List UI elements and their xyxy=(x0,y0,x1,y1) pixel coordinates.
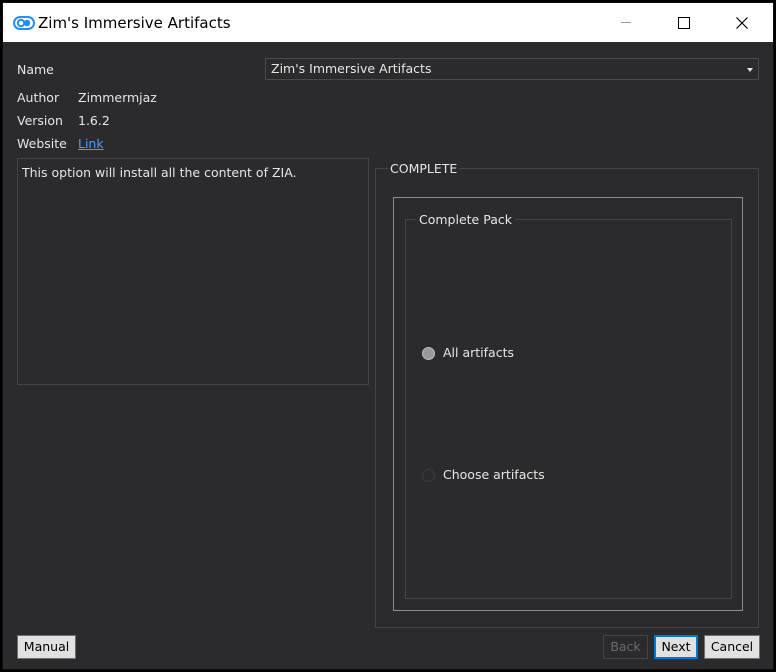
radio-choose-artifacts[interactable]: Choose artifacts xyxy=(422,467,545,483)
website-label: Website xyxy=(17,136,67,151)
minimize-button[interactable] xyxy=(603,3,649,42)
complete-pack-title: Complete Pack xyxy=(416,212,515,228)
description-box: This option will install all the content… xyxy=(17,158,369,385)
maximize-icon xyxy=(678,16,690,29)
dialog-content: Name Zim's Immersive Artifacts Author Zi… xyxy=(3,42,773,669)
name-dropdown-value: Zim's Immersive Artifacts xyxy=(271,61,432,76)
title-bar[interactable]: Zim's Immersive Artifacts xyxy=(3,3,773,42)
cancel-button[interactable]: Cancel xyxy=(704,635,760,659)
close-button[interactable] xyxy=(719,3,765,42)
radio-choose-artifacts-label: Choose artifacts xyxy=(443,467,545,482)
complete-group-title: COMPLETE xyxy=(388,161,460,177)
complete-group: COMPLETE Complete Pack All artifacts Cho… xyxy=(375,161,759,628)
window-title: Zim's Immersive Artifacts xyxy=(38,14,231,32)
back-button[interactable]: Back xyxy=(603,635,648,659)
author-value: Zimmermjaz xyxy=(78,90,157,105)
manual-button[interactable]: Manual xyxy=(17,635,76,659)
radio-unselected-icon xyxy=(422,468,435,482)
next-button[interactable]: Next xyxy=(654,635,698,659)
description-text: This option will install all the content… xyxy=(22,165,297,180)
maximize-button[interactable] xyxy=(661,3,707,42)
option-panel: Complete Pack All artifacts Choose artif… xyxy=(393,197,743,611)
close-icon xyxy=(736,16,748,29)
radio-all-artifacts[interactable]: All artifacts xyxy=(422,345,514,361)
radio-selected-icon xyxy=(422,346,435,360)
radio-all-artifacts-label: All artifacts xyxy=(443,345,514,360)
infinity-loop-icon xyxy=(13,15,35,30)
website-link[interactable]: Link xyxy=(78,136,104,152)
complete-pack-group: Complete Pack All artifacts Choose artif… xyxy=(405,212,732,599)
installer-window: Zim's Immersive Artifacts Name Zim's Imm… xyxy=(2,2,774,670)
chevron-down-icon xyxy=(747,68,753,72)
minimize-icon xyxy=(621,22,631,23)
name-label: Name xyxy=(17,62,54,77)
author-label: Author xyxy=(17,90,60,105)
version-label: Version xyxy=(17,113,63,128)
version-value: 1.6.2 xyxy=(78,113,110,128)
name-dropdown[interactable]: Zim's Immersive Artifacts xyxy=(265,58,759,80)
